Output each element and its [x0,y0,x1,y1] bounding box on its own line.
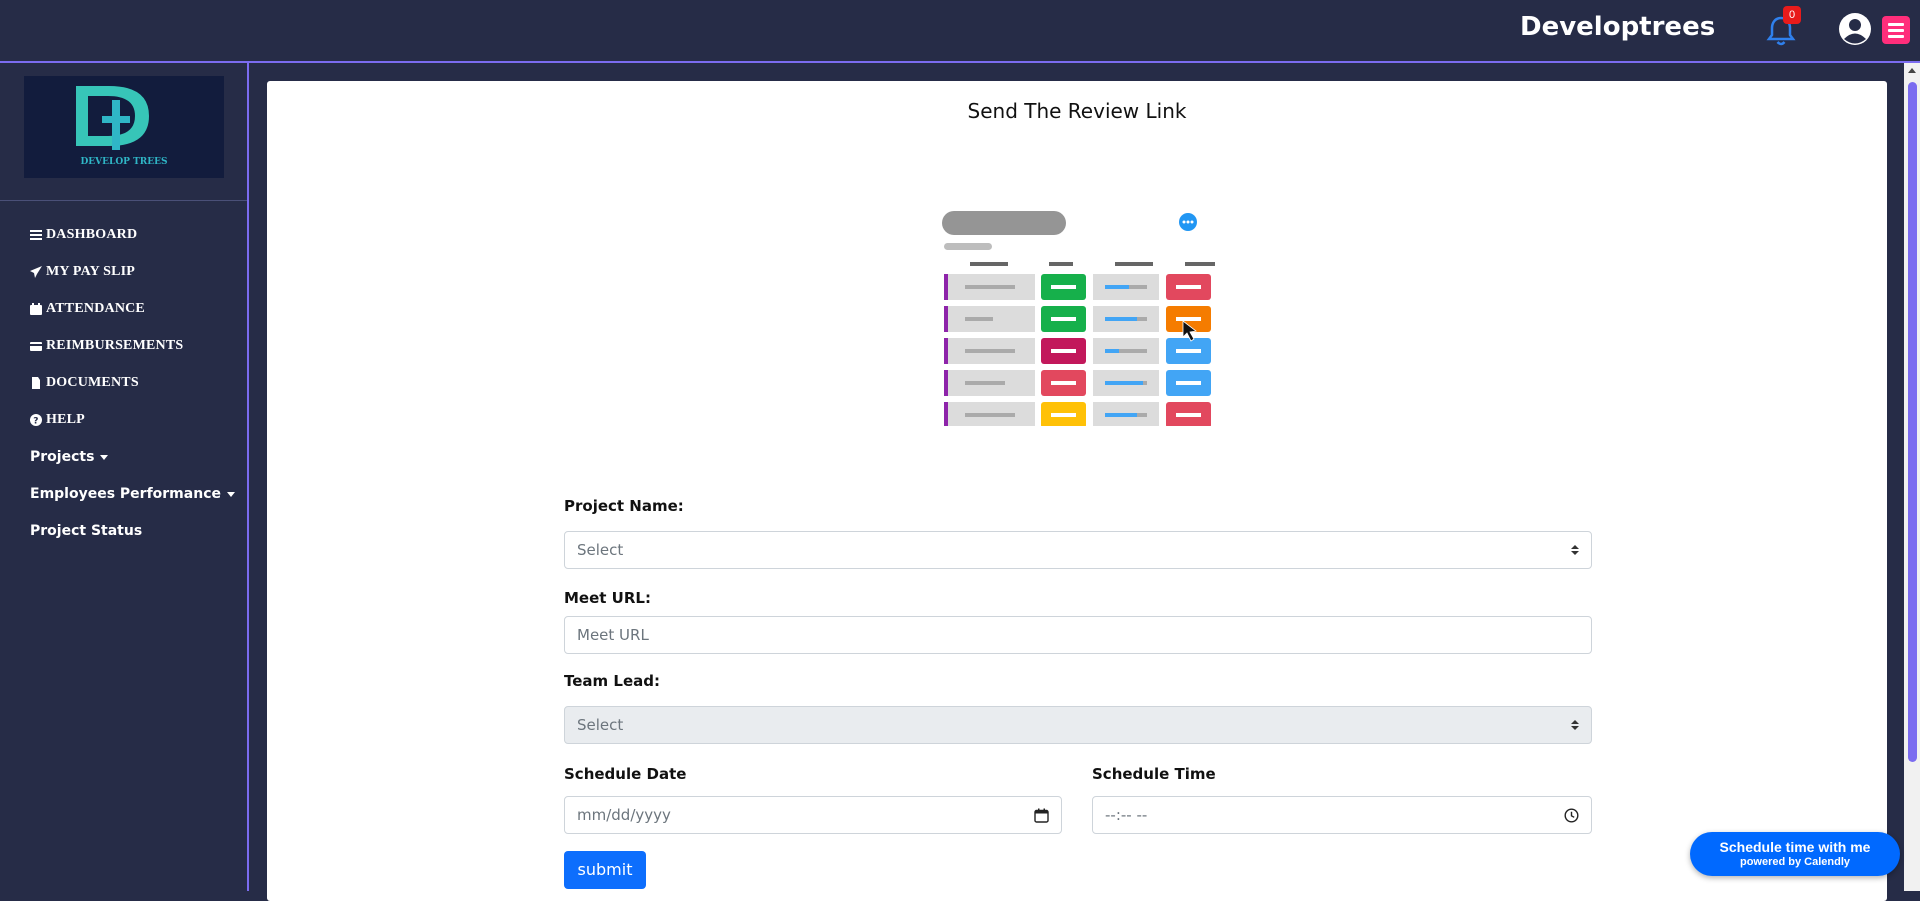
sidebar-item-documents[interactable]: DOCUMENTS [30,375,139,391]
sidebar-item-label: MY PAY SLIP [46,264,136,279]
team-lead-select[interactable]: Select [564,706,1592,744]
meet-url-placeholder: Meet URL [577,626,649,644]
calendar-icon[interactable] [1034,808,1049,823]
paper-plane-icon [30,266,42,278]
select-arrows-icon [1571,720,1579,730]
team-lead-label: Team Lead: [564,672,660,690]
sidebar-item-employees-performance[interactable]: Employees Performance [30,486,235,502]
submit-button[interactable]: submit [564,851,646,889]
sidebar-item-label: DASHBOARD [46,227,138,242]
sidebar: DEVELOP TREES DASHBOARD MY PAY SLIP ATTE… [0,63,249,891]
scrollbar-thumb[interactable] [1908,82,1917,762]
sidebar-item-attendance[interactable]: ATTENDANCE [30,301,145,317]
schedule-time-label: Schedule Time [1092,765,1216,783]
caret-down-icon [226,491,235,497]
sidebar-item-label: REIMBURSEMENTS [46,338,184,353]
user-profile-icon[interactable] [1838,12,1872,46]
project-name-select[interactable]: Select [564,531,1592,569]
page-title: Send The Review Link [967,99,1187,123]
question-circle-icon: ? [30,414,42,426]
sidebar-item-label: Project Status [30,523,143,539]
top-navbar: Developtrees 0 [0,0,1920,63]
sidebar-item-my-pay-slip[interactable]: MY PAY SLIP [30,264,135,280]
sidebar-item-projects[interactable]: Projects [30,449,109,465]
sidebar-item-project-status[interactable]: Project Status [30,523,142,539]
file-icon [32,377,40,389]
schedule-board-illustration [942,211,1215,426]
bars-icon [30,230,42,240]
developtrees-logo: DEVELOP TREES [24,76,224,178]
select-arrows-icon [1571,545,1579,555]
hamburger-menu-button[interactable] [1882,16,1910,44]
sidebar-item-label: DOCUMENTS [46,375,139,390]
schedule-time-input[interactable]: --:-- -- [1092,796,1592,834]
calendly-schedule-button[interactable]: Schedule time with me powered by Calendl… [1690,832,1900,876]
meet-url-label: Meet URL: [564,589,651,607]
clock-icon[interactable] [1564,808,1579,823]
sidebar-item-label: ATTENDANCE [46,301,145,316]
calendar-icon [30,303,42,315]
sidebar-item-help[interactable]: ? HELP [30,412,85,428]
sidebar-item-label: HELP [46,412,85,427]
credit-card-icon [30,342,42,351]
sidebar-divider [0,200,247,201]
brand-name: Developtrees [1520,12,1716,42]
schedule-date-input[interactable]: mm/dd/yyyy [564,796,1062,834]
schedule-time-placeholder: --:-- -- [1105,806,1148,824]
notification-count-badge: 0 [1783,6,1801,24]
meet-url-input[interactable]: Meet URL [564,616,1592,654]
sidebar-item-reimbursements[interactable]: REIMBURSEMENTS [30,338,183,354]
scroll-up-arrow-icon[interactable] [1908,68,1916,73]
calendly-label: Schedule time with me [1719,839,1871,855]
project-name-value: Select [577,541,624,559]
sidebar-item-label: Projects [30,449,95,465]
project-name-label: Project Name: [564,497,684,515]
calendly-powered-by: powered by Calendly [1739,856,1851,868]
caret-down-icon [100,454,109,460]
svg-text:DEVELOP TREES: DEVELOP TREES [81,157,168,167]
sidebar-item-dashboard[interactable]: DASHBOARD [30,227,137,243]
svg-text:?: ? [33,417,38,427]
review-link-card: Send The Review Link Project Name: Selec… [267,81,1887,901]
team-lead-value: Select [577,716,624,734]
sidebar-item-label: Employees Performance [30,486,221,502]
schedule-date-label: Schedule Date [564,765,687,783]
schedule-date-placeholder: mm/dd/yyyy [577,806,671,824]
